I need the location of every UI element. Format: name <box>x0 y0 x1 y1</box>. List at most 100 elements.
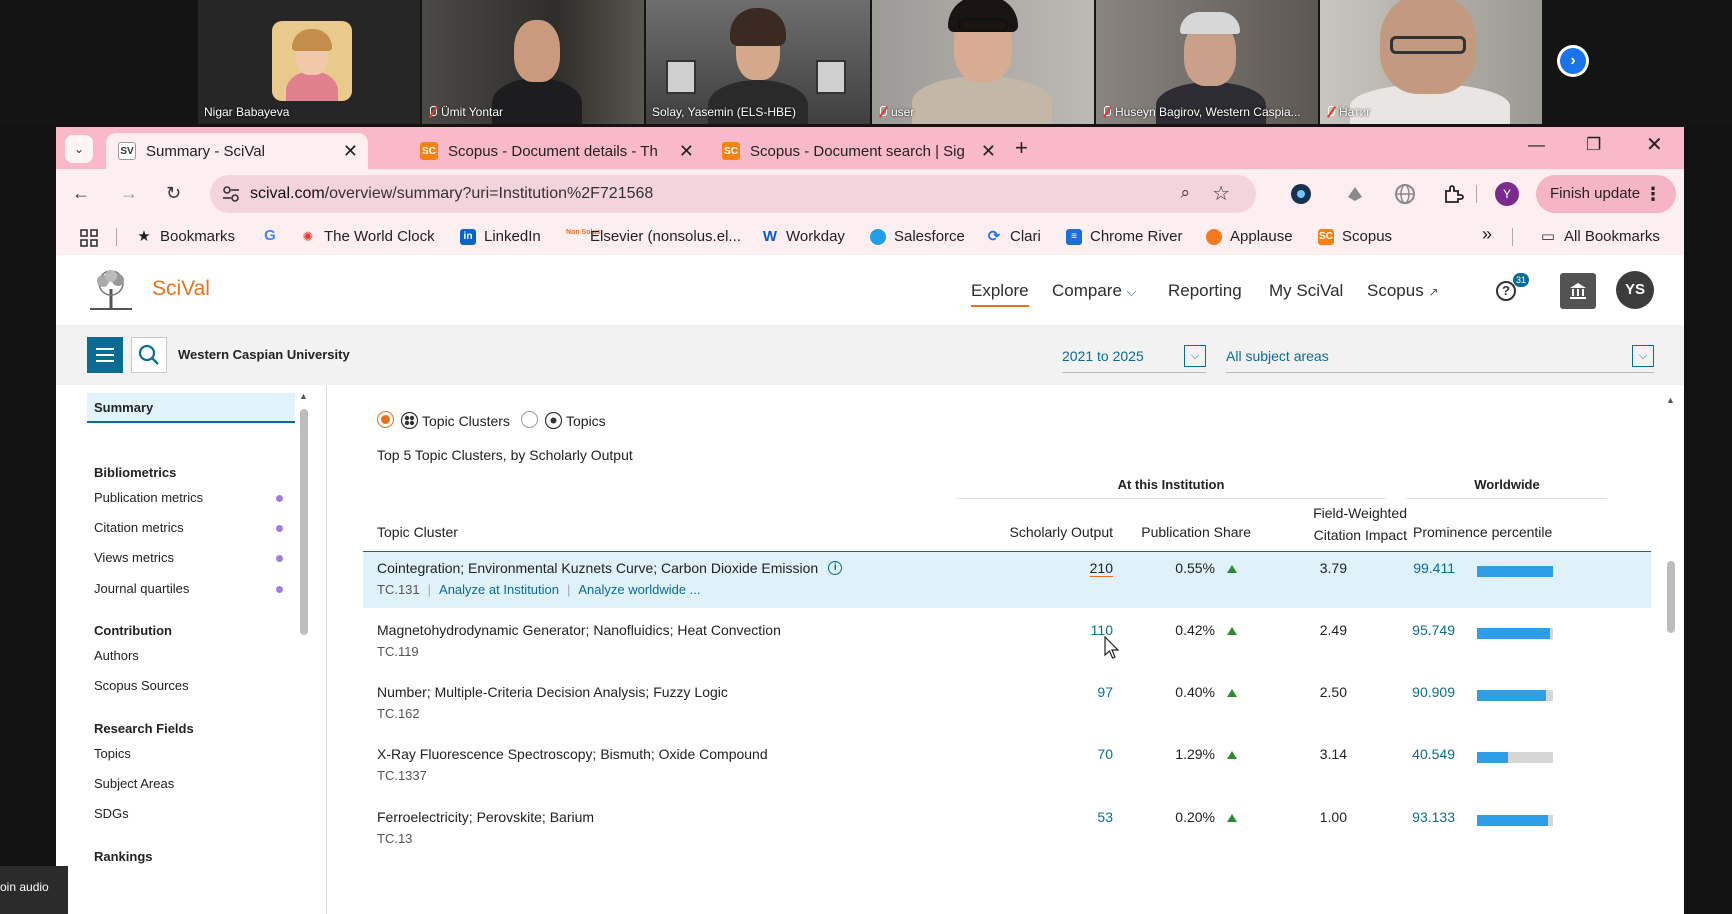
analyze-worldwide-link[interactable]: Analyze worldwide ... <box>578 582 700 597</box>
table-row[interactable]: Magnetohydrodynamic Generator; Nanofluid… <box>363 614 1651 670</box>
extension-icon[interactable] <box>1290 183 1312 205</box>
help-icon[interactable]: ? <box>1496 281 1516 301</box>
apps-grid-icon[interactable] <box>80 229 98 247</box>
info-icon[interactable]: i <box>828 561 843 575</box>
sidebar-item-views-metrics[interactable]: Views metrics <box>94 550 174 565</box>
url-omnibox[interactable]: scival.com/overview/summary?uri=Institut… <box>210 175 1256 213</box>
site-settings-icon[interactable] <box>222 185 240 203</box>
table-row[interactable]: Ferroelectricity; Perovskite; Barium TC.… <box>363 801 1651 857</box>
more-menu-icon[interactable]: ⋮ <box>1644 175 1662 213</box>
bookmark-item[interactable]: ★ Bookmarks <box>136 228 235 245</box>
more-bookmarks-button[interactable]: » <box>1482 224 1492 245</box>
finish-update-button[interactable]: Finish update ⋮ <box>1536 175 1676 213</box>
scholarly-output-value[interactable]: 210 <box>1053 560 1113 576</box>
tab-scopus-document-details[interactable]: SC Scopus - Document details - Th ✕ <box>408 133 704 169</box>
sidebar-item-journal-quartiles[interactable]: Journal quartiles <box>94 581 189 596</box>
sidebar-item-topics[interactable]: Topics <box>94 746 131 761</box>
close-icon[interactable]: ✕ <box>679 141 694 162</box>
main-scrollbar[interactable]: ▲ <box>1666 395 1676 914</box>
prominence-percentile-value[interactable]: 93.133 <box>1373 809 1455 825</box>
column-header-fwci[interactable]: Field-Weighted Citation Impact <box>1257 502 1407 546</box>
tab-scopus-document-search[interactable]: SC Scopus - Document search | Sig ✕ <box>710 133 1006 169</box>
table-row[interactable]: Number; Multiple-Criteria Decision Analy… <box>363 676 1651 732</box>
sidebar-item-scopus-sources[interactable]: Scopus Sources <box>94 678 189 693</box>
participant-tile[interactable]: Huseyn Bagirov, Western Caspia... <box>1096 0 1318 124</box>
forward-button[interactable]: → <box>120 183 138 204</box>
bookmark-item[interactable]: Applause <box>1206 228 1293 245</box>
radio-topic-clusters[interactable] <box>377 411 394 428</box>
topics-label[interactable]: Topics <box>545 412 606 429</box>
participant-tile[interactable]: Nigar Babayeva <box>198 0 420 124</box>
bookmark-item[interactable]: W Workday <box>762 228 845 245</box>
analyze-at-institution-link[interactable]: Analyze at Institution <box>439 582 559 597</box>
prominence-percentile-value[interactable]: 40.549 <box>1373 746 1455 762</box>
nav-scopus[interactable]: Scopus ↗ <box>1367 281 1439 301</box>
institution-button[interactable] <box>1560 273 1596 309</box>
participant-tile[interactable]: Ümit Yontar <box>422 0 644 124</box>
participant-tile-speaking[interactable]: Solay, Yasemin (ELS-HBE) <box>646 0 870 124</box>
sidebar-item-citation-metrics[interactable]: Citation metrics <box>94 520 184 535</box>
subject-area-select[interactable]: All subject areas ⌵ <box>1226 345 1654 373</box>
year-range-select[interactable]: 2021 to 2025 ⌵ <box>1062 345 1206 373</box>
profile-avatar[interactable]: Y <box>1495 182 1519 206</box>
scrollbar-thumb[interactable] <box>300 409 308 635</box>
new-tab-button[interactable]: + <box>1015 135 1028 161</box>
next-participants-button[interactable]: › <box>1557 45 1589 77</box>
sidebar-item-sdgs[interactable]: SDGs <box>94 806 129 821</box>
column-header-prominence-percentile[interactable]: Prominence percentile <box>1413 524 1552 540</box>
scholarly-output-value[interactable]: 70 <box>1053 746 1113 762</box>
bookmark-item[interactable]: Salesforce <box>870 228 965 245</box>
bookmark-star-icon[interactable]: ☆ <box>1212 181 1230 206</box>
column-header-scholarly-output[interactable]: Scholarly Output <box>967 524 1114 540</box>
nav-my-scival[interactable]: My SciVal <box>1269 281 1343 301</box>
join-audio-button[interactable]: oin audio <box>0 866 68 914</box>
bookmark-item[interactable]: ✺ The World Clock <box>300 228 435 245</box>
zoom-icon[interactable]: ⌕ <box>1180 183 1190 203</box>
sidebar-item-subject-areas[interactable]: Subject Areas <box>94 776 174 791</box>
user-avatar[interactable]: YS <box>1616 271 1654 309</box>
scival-logo-text[interactable]: SciVal <box>152 277 210 301</box>
nav-reporting[interactable]: Reporting <box>1168 281 1242 301</box>
bookmark-item[interactable]: SC Scopus <box>1318 228 1392 245</box>
table-row[interactable]: Cointegration; Environmental Kuznets Cur… <box>363 552 1651 608</box>
prominence-percentile-value[interactable]: 90.909 <box>1373 684 1455 700</box>
scholarly-output-value[interactable]: 53 <box>1053 809 1113 825</box>
elsevier-tree-logo-icon[interactable] <box>86 269 136 311</box>
tab-search-button[interactable]: ⌄ <box>65 135 93 163</box>
bookmark-item[interactable]: ⟳ Clari <box>986 228 1041 245</box>
column-header-topic-cluster[interactable]: Topic Cluster <box>377 524 458 540</box>
back-button[interactable]: ← <box>72 183 90 204</box>
tab-summary-scival[interactable]: SV Summary - SciVal ✕ <box>106 133 368 169</box>
bookmark-google[interactable]: G <box>262 228 286 244</box>
nav-compare[interactable]: Compare ⌵ <box>1052 281 1137 301</box>
bookmark-item[interactable]: ≡ Chrome River <box>1066 228 1183 245</box>
reload-button[interactable]: ↻ <box>166 183 181 204</box>
all-bookmarks-folder[interactable]: ▭ All Bookmarks <box>1540 228 1660 245</box>
bookmark-item[interactable]: in LinkedIn <box>460 228 541 245</box>
topic-clusters-label[interactable]: Topic Clusters <box>401 412 510 429</box>
column-header-publication-share[interactable]: Publication Share <box>1127 524 1251 540</box>
participant-tile[interactable]: user <box>872 0 1094 124</box>
close-window-button[interactable]: ✕ <box>1646 132 1663 157</box>
scroll-up-icon[interactable]: ▲ <box>1666 395 1675 405</box>
sidebar-scrollbar[interactable]: ▲ <box>299 391 308 914</box>
close-icon[interactable]: ✕ <box>981 141 996 162</box>
sidebar-item-publication-metrics[interactable]: Publication metrics <box>94 490 203 505</box>
prominence-percentile-value[interactable]: 99.411 <box>1373 560 1455 576</box>
bookmark-item[interactable]: Non Solus Elsevier (nonsolus.el... <box>566 228 741 245</box>
radio-topics[interactable] <box>521 411 538 428</box>
nav-explore[interactable]: Explore <box>971 281 1029 307</box>
restore-button[interactable]: ❐ <box>1586 135 1601 155</box>
minimize-button[interactable]: — <box>1528 135 1545 155</box>
extensions-puzzle-icon[interactable] <box>1442 183 1464 205</box>
menu-button[interactable] <box>87 337 123 373</box>
participant-tile[interactable]: Натиг <box>1320 0 1542 124</box>
scroll-up-icon[interactable]: ▲ <box>299 391 308 401</box>
globe-extension-icon[interactable] <box>1394 183 1416 205</box>
sidebar-item-authors[interactable]: Authors <box>94 648 139 663</box>
scholarly-output-value[interactable]: 97 <box>1053 684 1113 700</box>
prominence-percentile-value[interactable]: 95.749 <box>1373 622 1455 638</box>
scrollbar-thumb[interactable] <box>1667 561 1675 633</box>
close-icon[interactable]: ✕ <box>343 141 358 162</box>
extension-icon[interactable] <box>1344 183 1366 205</box>
